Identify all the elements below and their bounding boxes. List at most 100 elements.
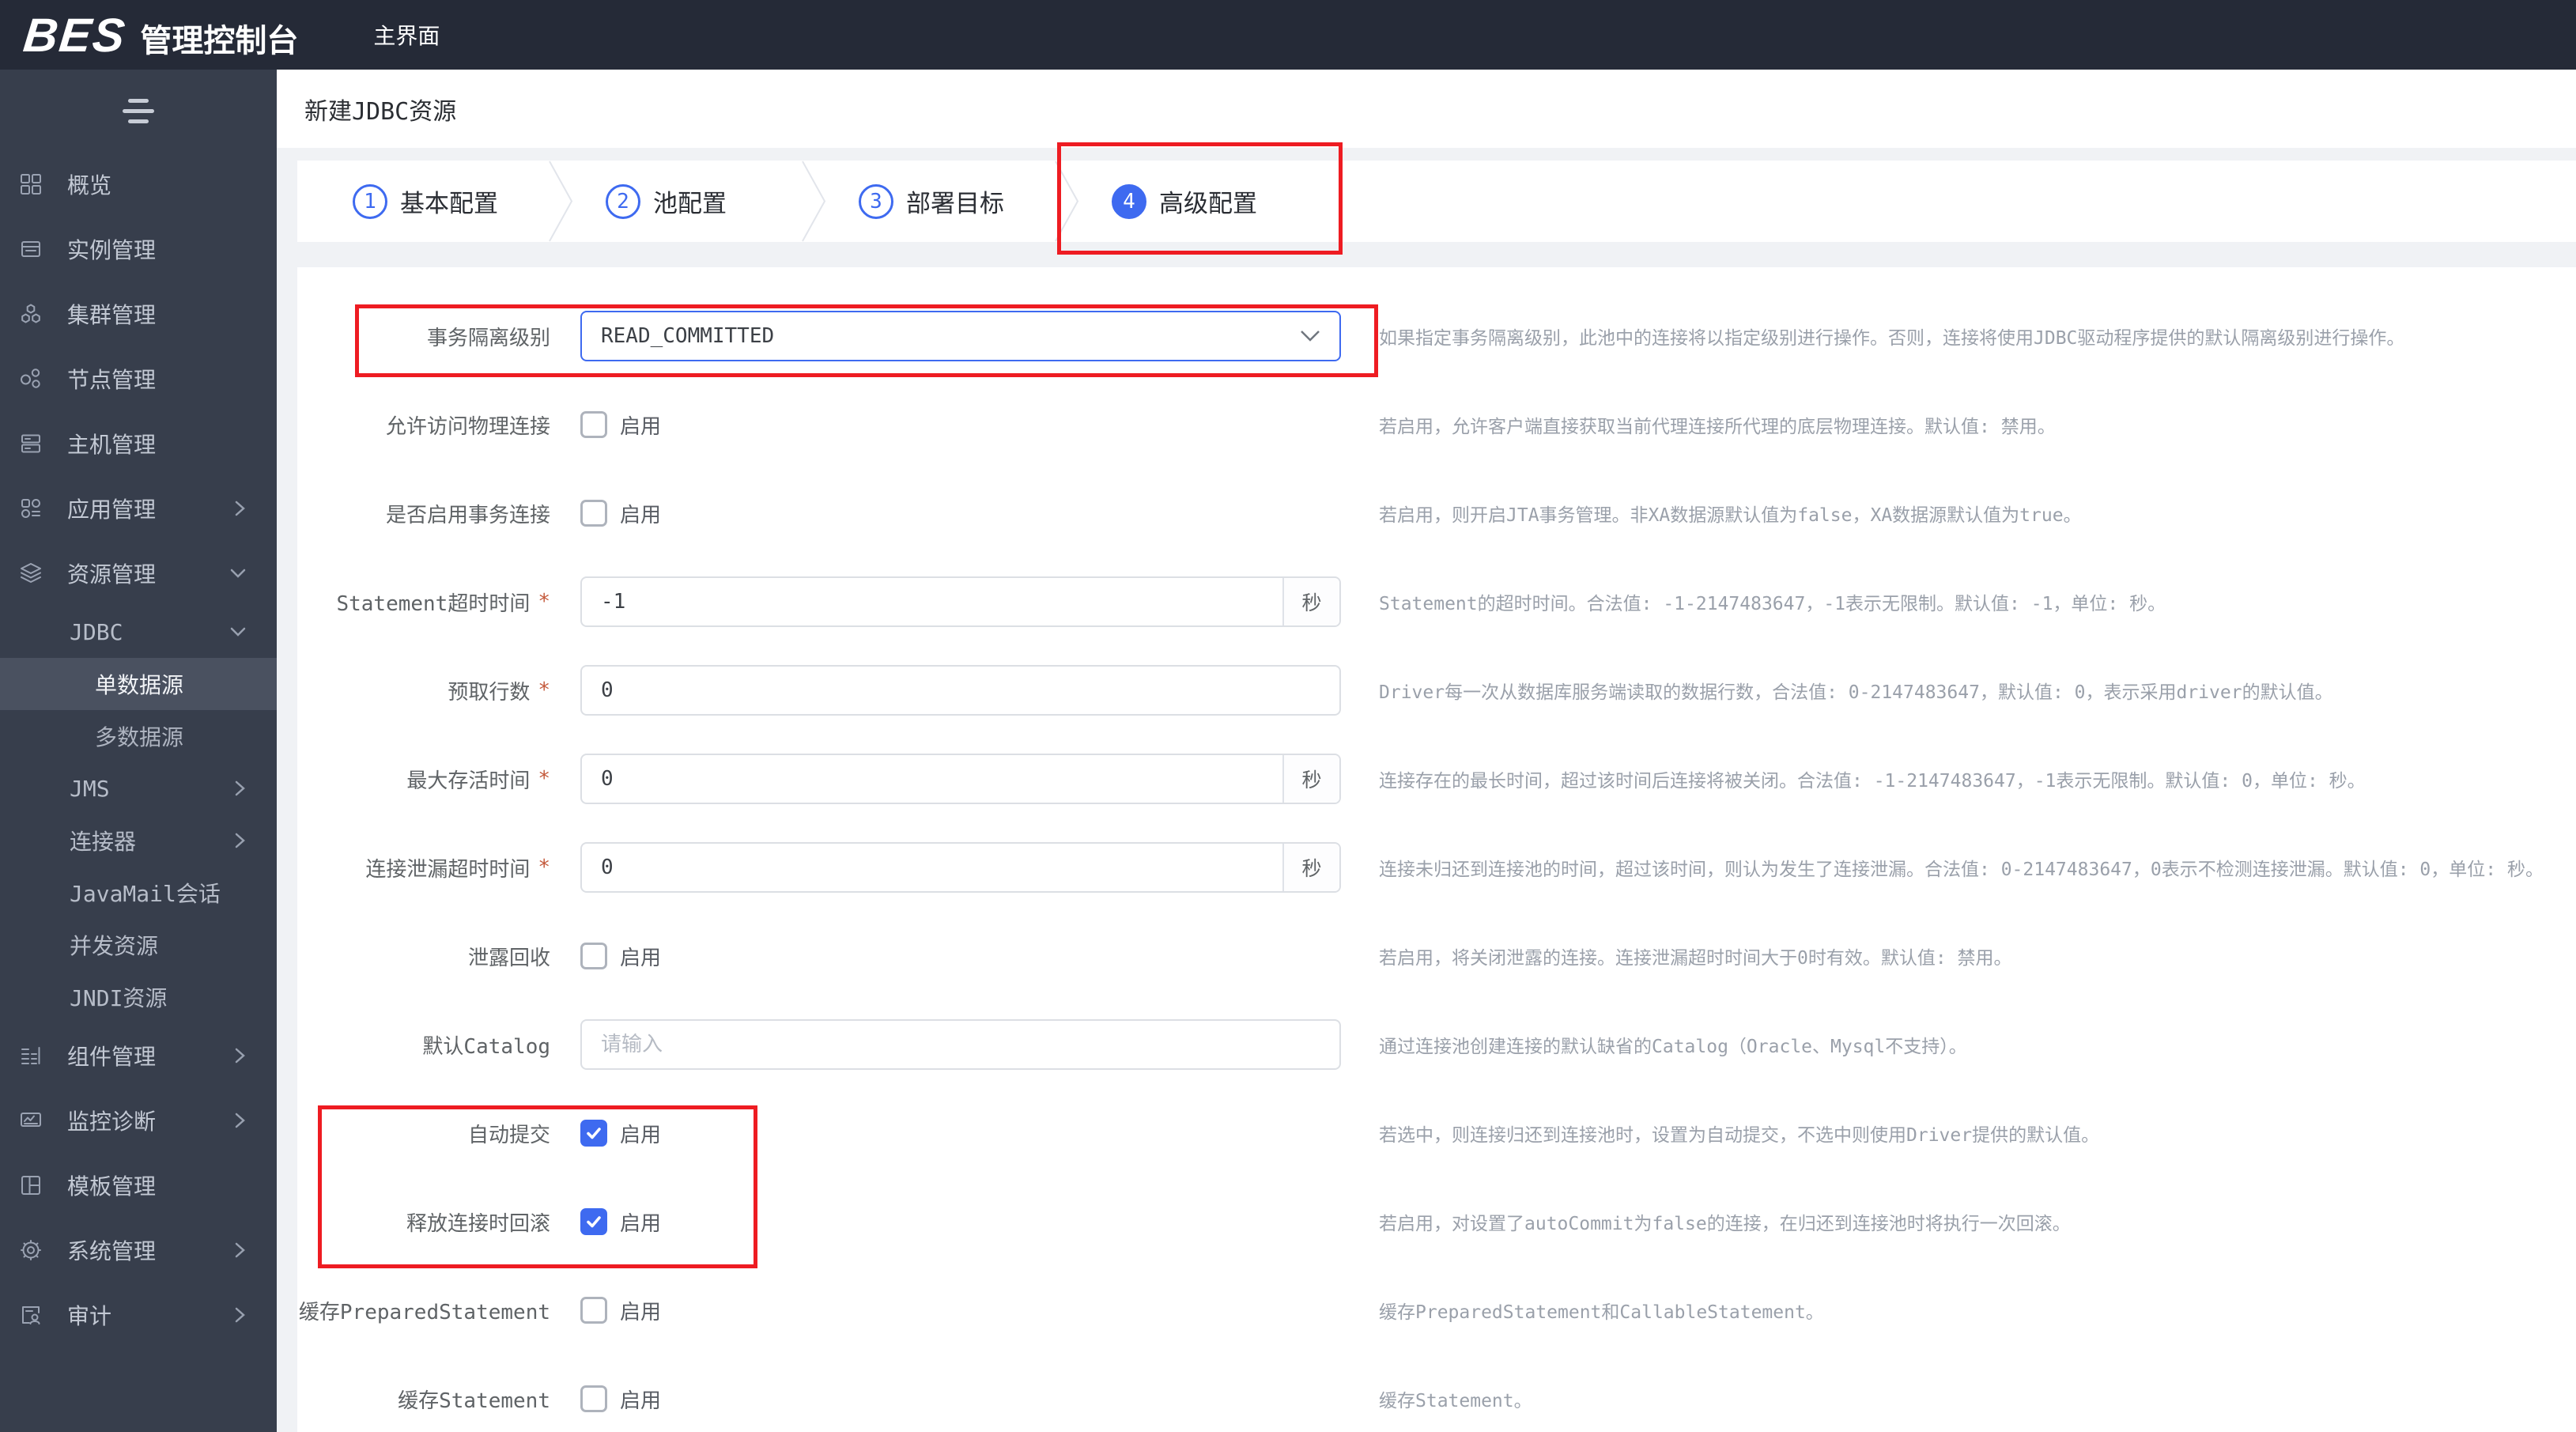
- field-help-cache-prepared-statement: 缓存PreparedStatement和CallableStatement。: [1379, 1302, 1824, 1323]
- sidebar-item-label: 节点管理: [67, 367, 157, 393]
- field-control-cache-prepared-statement: 启用: [580, 1296, 1341, 1325]
- field-label-text: 默认Catalog: [422, 1034, 550, 1059]
- sidebar-item-single-datasource[interactable]: 单数据源: [0, 658, 277, 710]
- field-label-text: 允许访问物理连接: [385, 414, 550, 439]
- wizard-step-basic[interactable]: 1 基本配置: [321, 161, 547, 242]
- default-catalog-input-wrapper: [580, 1019, 1341, 1070]
- field-label-text: 泄露回收: [467, 946, 550, 970]
- sidebar-item-template-mgmt[interactable]: 模板管理: [0, 1153, 277, 1218]
- required-asterisk: *: [538, 767, 550, 791]
- field-label-leak-timeout: 连接泄漏超时时间 *: [297, 853, 550, 882]
- field-control-rollback-on-release: 启用: [580, 1207, 1341, 1237]
- field-help-leak-reclaim: 若启用，将关闭泄露的连接。连接泄漏超时时间大于0时有效。默认值: 禁用。: [1379, 948, 2012, 969]
- form-row-cache-statement: 缓存Statement 启用 缓存Statement。: [297, 1355, 2576, 1432]
- field-control-cache-statement: 启用: [580, 1385, 1341, 1414]
- enable-tx-conn-checkbox[interactable]: [580, 500, 607, 527]
- form-row-enable-tx-conn: 是否启用事务连接 启用 若启用，则开启JTA事务管理。非XA数据源默认值为false…: [297, 469, 2576, 557]
- cache-statement-checkbox[interactable]: [580, 1385, 607, 1412]
- checkbox-label[interactable]: 启用: [620, 499, 661, 528]
- sidebar-item-jndi-resource[interactable]: JNDI资源: [0, 971, 277, 1023]
- app-root: BES 管理控制台 主界面 概览 实例管理 集群管理 节点管理 主机管理 应用管理 资源管理…: [0, 0, 2576, 1432]
- checkbox-label[interactable]: 启用: [620, 1207, 661, 1237]
- sidebar-item-label: 并发资源: [70, 933, 159, 959]
- form-row-cache-prepared-statement: 缓存PreparedStatement 启用 缓存PreparedStatement…: [297, 1266, 2576, 1355]
- wizard-step-deploy-target[interactable]: 3 部署目标: [827, 161, 1053, 242]
- step-number-badge: 2: [606, 183, 640, 219]
- cache-prepared-statement-checkbox[interactable]: [580, 1297, 607, 1324]
- sidebar-item-app-mgmt[interactable]: 应用管理: [0, 476, 277, 541]
- sidebar-item-jms[interactable]: JMS: [0, 762, 277, 814]
- rollback-on-release-checkbox[interactable]: [580, 1208, 607, 1235]
- checkbox-label[interactable]: 启用: [620, 410, 661, 440]
- sidebar-item-resource-mgmt[interactable]: 资源管理: [0, 541, 277, 606]
- sidebar-item-overview[interactable]: 概览: [0, 152, 277, 217]
- wizard-step-pool[interactable]: 2 池配置: [574, 161, 800, 242]
- sidebar-item-connector[interactable]: 连接器: [0, 814, 277, 867]
- sidebar-item-audit[interactable]: 审计: [0, 1283, 277, 1347]
- sidebar-item-label: 连接器: [70, 829, 137, 855]
- field-control-leak-timeout: 秒: [580, 842, 1341, 893]
- instance-icon: [19, 237, 43, 261]
- sidebar-item-host-mgmt[interactable]: 主机管理: [0, 411, 277, 476]
- sidebar-item-concurrent-resource[interactable]: 并发资源: [0, 919, 277, 971]
- field-help-prefetch-rows: Driver每一次从数据库服务端读取的数据行数，合法值: 0-214748364…: [1379, 682, 2333, 703]
- leak-reclaim-checkbox[interactable]: [580, 943, 607, 969]
- max-lifetime-input[interactable]: [582, 755, 1282, 803]
- allow-physical-conn-checkbox[interactable]: [580, 411, 607, 438]
- overview-icon: [19, 172, 43, 196]
- field-control-allow-physical-conn: 启用: [580, 410, 1341, 440]
- sidebar-collapse-button[interactable]: [0, 70, 277, 152]
- field-label-text: 是否启用事务连接: [385, 503, 550, 527]
- sidebar-item-label: 模板管理: [67, 1173, 157, 1200]
- statement-timeout-input[interactable]: [582, 578, 1282, 625]
- form-row-transaction-isolation: 事务隔离级别 READ_COMMITTED 如果指定事务隔离级别，此池中的连接将以指…: [297, 292, 2576, 380]
- prefetch-rows-input[interactable]: [582, 667, 1339, 714]
- sidebar-item-label: 应用管理: [67, 497, 157, 523]
- node-icon: [19, 367, 43, 391]
- sidebar-item-component-mgmt[interactable]: 组件管理: [0, 1023, 277, 1088]
- sidebar-item-multi-datasource[interactable]: 多数据源: [0, 710, 277, 762]
- wizard-step-advanced[interactable]: 4 高级配置: [1080, 161, 1306, 242]
- sidebar-item-cluster-mgmt[interactable]: 集群管理: [0, 281, 277, 346]
- field-label-text: 自动提交: [467, 1123, 550, 1147]
- unit-suffix: 秒: [1282, 755, 1339, 803]
- sidebar-item-instance-mgmt[interactable]: 实例管理: [0, 217, 277, 281]
- chevron-right-icon: [234, 1306, 247, 1324]
- field-help-auto-commit: 若选中，则连接归还到连接池时，设置为自动提交，不选中则使用Driver提供的默认…: [1379, 1125, 2100, 1146]
- form-row-max-lifetime: 最大存活时间 * 秒 连接存在的最长时间，超过该时间后连接将被关闭。合法值: -1-2…: [297, 735, 2576, 823]
- form-row-allow-physical-conn: 允许访问物理连接 启用 若启用，允许客户端直接获取当前代理连接所代理的底层物理连接。…: [297, 380, 2576, 469]
- step-label: 部署目标: [906, 190, 1004, 218]
- component-icon: [19, 1044, 43, 1067]
- tab-main-view[interactable]: 主界面: [373, 19, 440, 51]
- sidebar-item-label: 组件管理: [67, 1044, 157, 1070]
- sidebar: 概览 实例管理 集群管理节点管理主机管理应用管理资源管理 JDBC 单数据源 多数据源 JM…: [0, 70, 277, 1432]
- field-label-cache-statement: 缓存Statement: [297, 1385, 550, 1414]
- field-label-text: 预取行数: [448, 680, 531, 705]
- auto-commit-checkbox[interactable]: [580, 1120, 607, 1147]
- checkbox-label[interactable]: 启用: [620, 1119, 661, 1148]
- transaction-isolation-select[interactable]: READ_COMMITTED: [580, 311, 1341, 361]
- resource-icon: [19, 561, 43, 585]
- form-row-leak-reclaim: 泄露回收 启用 若启用，将关闭泄露的连接。连接泄漏超时时间大于0时有效。默认值: 禁…: [297, 912, 2576, 1000]
- max-lifetime-input-wrapper: 秒: [580, 754, 1341, 804]
- checkbox-label[interactable]: 启用: [620, 1385, 661, 1414]
- sidebar-item-monitor-diagnosis[interactable]: 监控诊断: [0, 1088, 277, 1153]
- chevron-right-icon: [234, 780, 247, 797]
- checkbox-label[interactable]: 启用: [620, 942, 661, 971]
- sidebar-item-node-mgmt[interactable]: 节点管理: [0, 346, 277, 411]
- leak-timeout-input[interactable]: [582, 844, 1282, 891]
- step-number-badge: 3: [859, 183, 893, 219]
- sidebar-item-javamail-session[interactable]: JavaMail会话: [0, 867, 277, 919]
- sidebar-item-jdbc[interactable]: JDBC: [0, 606, 277, 658]
- field-label-text: 事务隔离级别: [426, 326, 550, 350]
- select-value: READ_COMMITTED: [601, 324, 775, 348]
- sidebar-item-system-mgmt[interactable]: 系统管理: [0, 1218, 277, 1283]
- field-help-enable-tx-conn: 若启用，则开启JTA事务管理。非XA数据源默认值为false，XA数据源默认值为…: [1379, 505, 2082, 526]
- system-icon: [19, 1238, 43, 1262]
- checkbox-label[interactable]: 启用: [620, 1296, 661, 1325]
- sidebar-item-label: 审计: [67, 1303, 112, 1329]
- field-help-max-lifetime: 连接存在的最长时间，超过该时间后连接将被关闭。合法值: -1-214748364…: [1379, 771, 2366, 792]
- default-catalog-input[interactable]: [582, 1021, 1339, 1068]
- field-label-default-catalog: 默认Catalog: [297, 1030, 550, 1060]
- field-label-statement-timeout: Statement超时时间 *: [297, 588, 550, 617]
